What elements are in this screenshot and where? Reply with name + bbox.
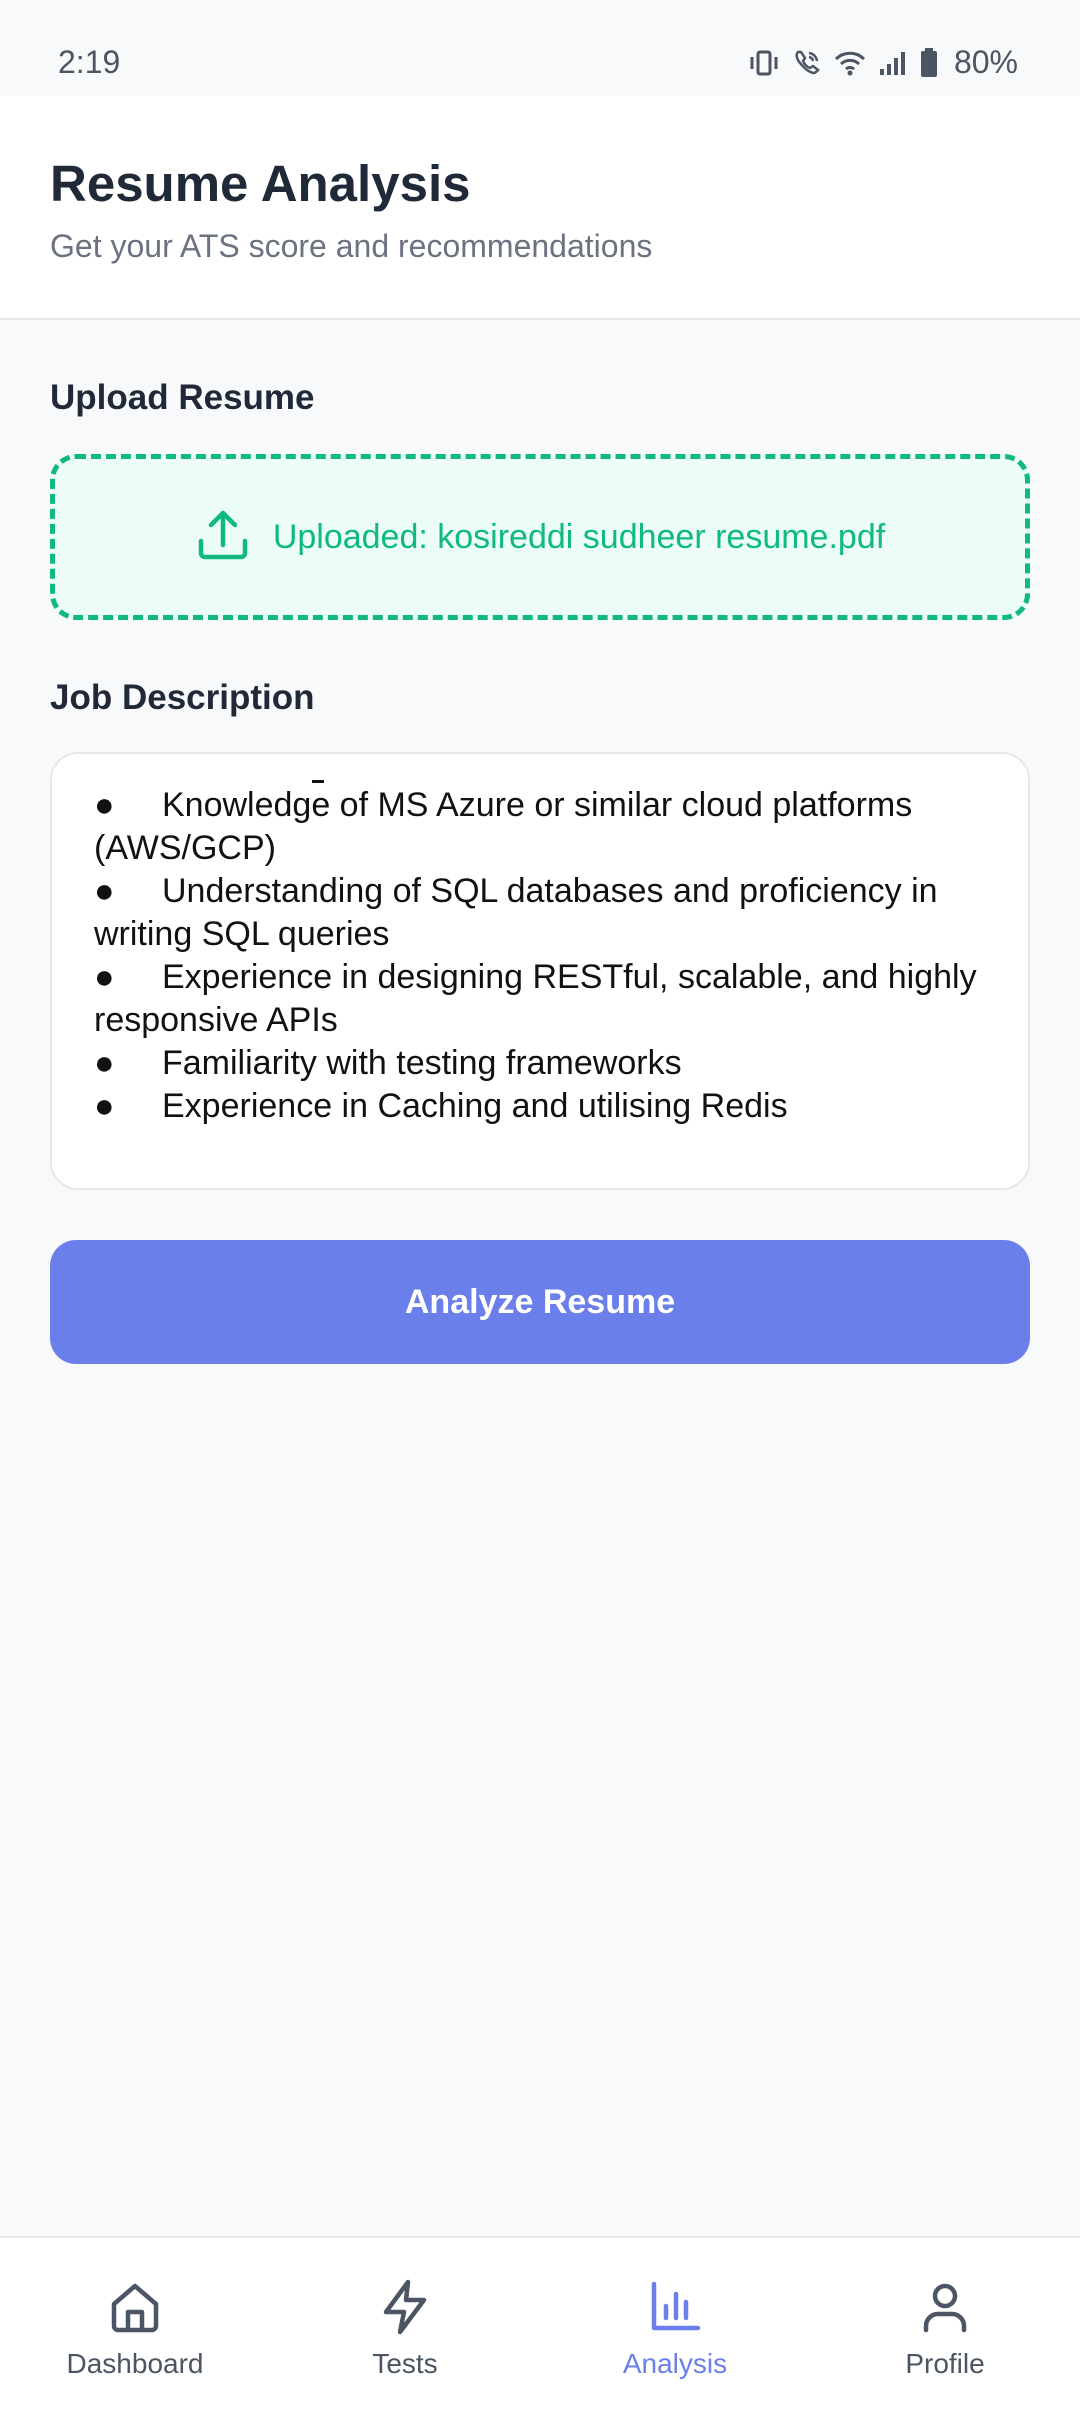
- page-subtitle: Get your ATS score and recommendations: [50, 228, 653, 264]
- upload-status-text: Uploaded: kosireddi sudheer resume.pdf: [272, 517, 886, 556]
- bar-chart-icon: [646, 2278, 704, 2336]
- upload-dropzone[interactable]: Uploaded: kosireddi sudheer resume.pdf: [50, 454, 1030, 620]
- nav-label: Tests: [372, 2348, 438, 2379]
- nav-item-analysis[interactable]: Analysis: [540, 2238, 810, 2410]
- job-description-label: Job Description: [50, 678, 315, 717]
- nav-label: Profile: [905, 2348, 985, 2379]
- nav-label: Analysis: [622, 2348, 728, 2379]
- clipped-text-fragment: [312, 774, 324, 783]
- analyze-resume-button[interactable]: Analyze Resume: [50, 1240, 1030, 1364]
- status-time: 2:19: [58, 44, 121, 80]
- job-description-text: ● Knowledge of MS Azure or similar cloud …: [94, 784, 988, 1128]
- status-bar: 2:19 80%: [0, 0, 1080, 96]
- jd-line: ● Experience in designing RESTful, scalab…: [94, 958, 987, 1039]
- jd-line: ● Understanding of SQL databases and prof…: [94, 872, 948, 953]
- vibrate-icon: [748, 49, 780, 77]
- wifi-call-icon: [792, 48, 822, 78]
- signal-icon: [878, 49, 908, 77]
- nav-label: Dashboard: [66, 2348, 204, 2379]
- battery-percentage: 80%: [953, 44, 1018, 80]
- nav-item-profile[interactable]: Profile: [810, 2238, 1080, 2410]
- battery-icon: [920, 47, 938, 78]
- lightning-icon: [376, 2278, 434, 2336]
- job-description-textarea[interactable]: ● Knowledge of MS Azure or similar cloud …: [50, 752, 1030, 1190]
- nav-item-tests[interactable]: Tests: [270, 2238, 540, 2410]
- upload-resume-label: Upload Resume: [50, 378, 315, 417]
- page-title: Resume Analysis: [50, 155, 471, 212]
- upload-icon: [195, 507, 251, 568]
- page-header: Resume Analysis Get your ATS score and r…: [0, 96, 1080, 320]
- status-icons: 80%: [748, 44, 1018, 81]
- jd-line: ● Experience in Caching and utilising Red…: [94, 1087, 788, 1125]
- jd-line: ● Familiarity with testing frameworks: [94, 1044, 682, 1082]
- wifi-icon: [834, 49, 866, 77]
- jd-line: ● Knowledge of MS Azure or similar cloud …: [94, 786, 922, 867]
- bottom-nav: Dashboard Tests Analysis Profile: [0, 2236, 1080, 2410]
- user-icon: [916, 2278, 974, 2336]
- nav-item-dashboard[interactable]: Dashboard: [0, 2238, 270, 2410]
- home-icon: [106, 2278, 164, 2336]
